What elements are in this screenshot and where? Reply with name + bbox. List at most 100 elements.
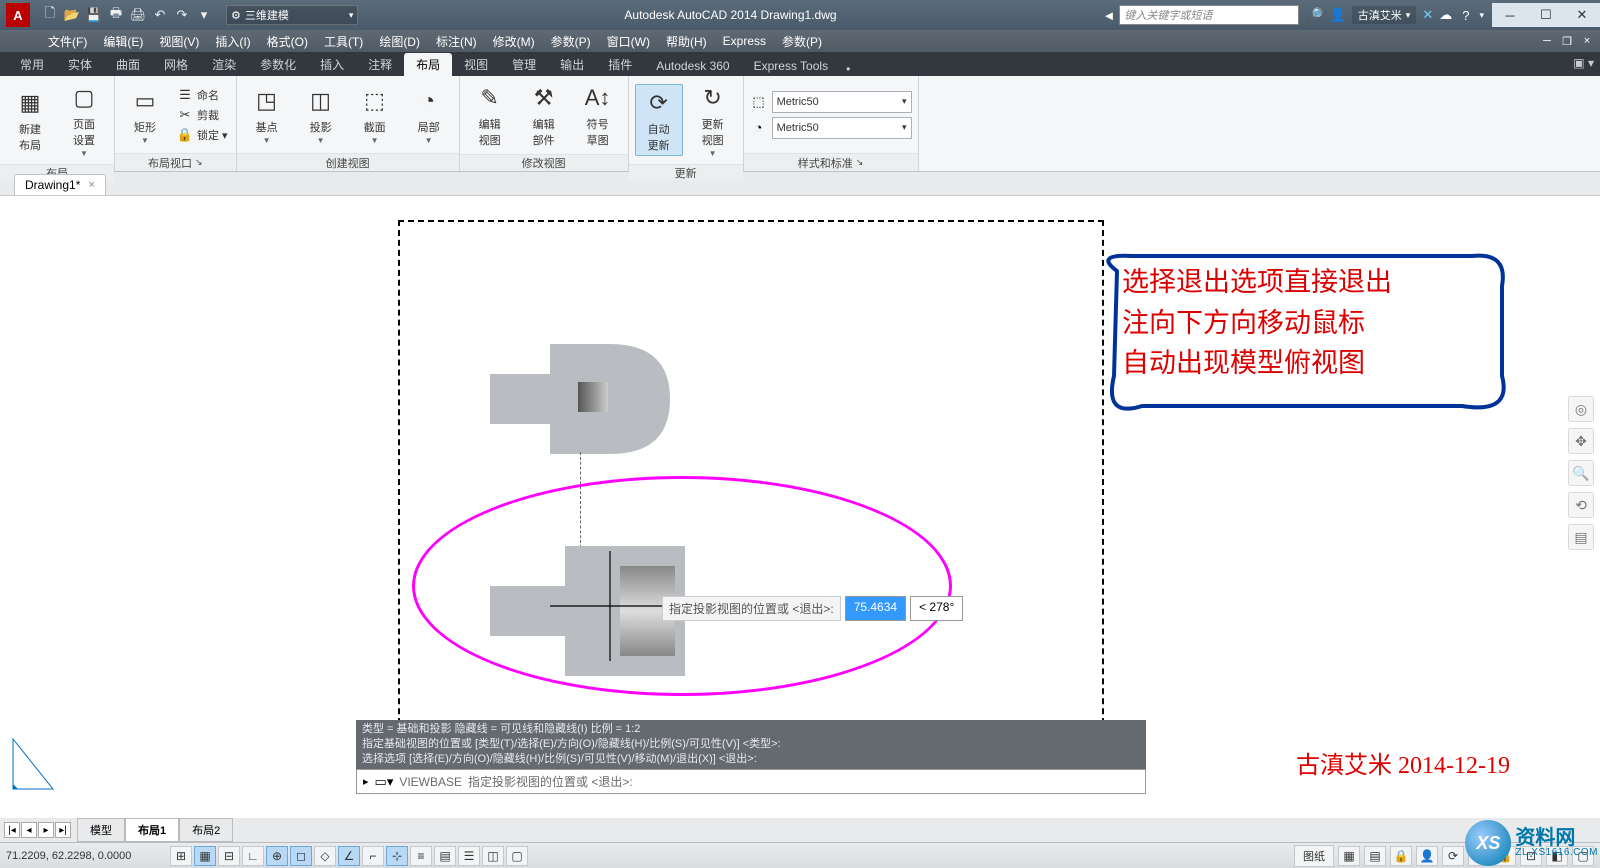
command-input[interactable]: ▸ ▭▾ VIEWBASE 指定投影视图的位置或 <退出>: <box>356 769 1146 794</box>
named-button[interactable]: ☰命名 <box>175 86 230 104</box>
layout-tab-model[interactable]: 模型 <box>77 818 125 842</box>
menu-param2[interactable]: 参数(P) <box>774 33 830 50</box>
tab-view[interactable]: 视图 <box>452 53 500 76</box>
qat-save-icon[interactable]: 💾 <box>84 5 104 25</box>
tab-annotate[interactable]: 注释 <box>356 53 404 76</box>
dynamic-input-distance[interactable]: 75.4634 <box>845 596 906 621</box>
new-layout-button[interactable]: ▦新建 布局 <box>6 85 54 155</box>
sb-3dosnap-icon[interactable]: ◇ <box>314 846 336 866</box>
mdi-restore-icon[interactable]: ❐ <box>1558 33 1576 49</box>
file-tab-drawing1[interactable]: Drawing1* × <box>14 174 106 195</box>
sb-dyn-icon[interactable]: ⊹ <box>386 846 408 866</box>
panel-title[interactable]: 修改视图 <box>460 154 628 171</box>
tab-plugins[interactable]: 插件 <box>596 53 644 76</box>
menu-dimension[interactable]: 标注(N) <box>428 33 485 50</box>
menu-format[interactable]: 格式(O) <box>259 33 316 50</box>
tab-insert[interactable]: 插入 <box>308 53 356 76</box>
detail-style-icon[interactable]: ◔ <box>750 119 768 137</box>
edit-view-button[interactable]: ✎编辑 视图 <box>466 80 514 150</box>
sb-polar-icon[interactable]: ⊕ <box>266 846 288 866</box>
dynamic-input-angle[interactable]: < 278° <box>910 596 963 621</box>
menu-window[interactable]: 窗口(W) <box>599 33 658 50</box>
sb-lwt-icon[interactable]: ≡ <box>410 846 432 866</box>
nav-wheel-icon[interactable]: ◎ <box>1568 396 1594 422</box>
layout-tab-layout1[interactable]: 布局1 <box>125 818 179 842</box>
sb-aas-icon[interactable]: ⟳ <box>1442 846 1464 866</box>
layout-tab-layout2[interactable]: 布局2 <box>179 818 233 842</box>
maximize-button[interactable]: ☐ <box>1528 3 1564 27</box>
section-style-icon[interactable]: ⬚ <box>750 93 768 111</box>
mdi-minimize-icon[interactable]: ─ <box>1538 33 1556 49</box>
tab-home[interactable]: 常用 <box>8 53 56 76</box>
nav-pan-icon[interactable]: ✥ <box>1568 428 1594 454</box>
tab-parametric[interactable]: 参数化 <box>248 53 308 76</box>
projected-button[interactable]: ◫投影▼ <box>297 83 345 147</box>
sb-snap-icon[interactable]: ▦ <box>194 846 216 866</box>
help-icon[interactable]: ? <box>1462 8 1469 23</box>
signin-icon[interactable]: 👤 <box>1330 7 1346 23</box>
layout-nav-first-icon[interactable]: |◂ <box>4 822 20 838</box>
section-button[interactable]: ⬚截面▼ <box>351 83 399 147</box>
panel-title[interactable]: 布局视口↘ <box>115 153 236 171</box>
ribbon-expand-button[interactable]: ▣ ▾ <box>1573 56 1594 70</box>
minimize-button[interactable]: ─ <box>1492 3 1528 27</box>
detail-button[interactable]: ◔局部▼ <box>405 83 453 147</box>
arrow-left-icon[interactable]: ◄ <box>1103 8 1116 23</box>
mdi-close-icon[interactable]: × <box>1578 33 1596 49</box>
layout-nav-last-icon[interactable]: ▸| <box>55 822 71 838</box>
nav-zoom-icon[interactable]: 🔍 <box>1568 460 1594 486</box>
tab-mesh[interactable]: 网格 <box>152 53 200 76</box>
sb-infer-icon[interactable]: ⊞ <box>170 846 192 866</box>
sb-qp-icon[interactable]: ☰ <box>458 846 480 866</box>
edit-component-button[interactable]: ⚒编辑 部件 <box>520 80 568 150</box>
symbol-sketch-button[interactable]: A↕符号 草图 <box>574 80 622 150</box>
ucs-icon[interactable] <box>8 734 68 794</box>
tab-surface[interactable]: 曲面 <box>104 53 152 76</box>
sb-ducs-icon[interactable]: ⌐ <box>362 846 384 866</box>
tab-output[interactable]: 输出 <box>548 53 596 76</box>
rectangular-button[interactable]: ▭矩形▼ <box>121 83 169 147</box>
page-setup-button[interactable]: ▢页面 设置▼ <box>60 80 108 160</box>
tab-bullet[interactable]: • <box>840 62 856 76</box>
tab-render[interactable]: 渲染 <box>200 53 248 76</box>
menu-tools[interactable]: 工具(T) <box>316 33 371 50</box>
sb-annovis-icon[interactable]: 👤 <box>1416 846 1438 866</box>
clip-button[interactable]: ✂剪裁 <box>175 106 230 124</box>
sb-paperspace-button[interactable]: 图纸 <box>1294 845 1334 867</box>
chevron-down-icon[interactable]: ▾ <box>1479 10 1484 21</box>
drawing-area[interactable]: 指定投影视图的位置或 <退出>: 75.4634 < 278° 选择退出选项直接… <box>0 196 1600 818</box>
cmd-browse-icon[interactable]: ▭▾ <box>375 774 394 790</box>
sb-osnap-icon[interactable]: ◻ <box>290 846 312 866</box>
sb-otrack-icon[interactable]: ∠ <box>338 846 360 866</box>
tab-layout[interactable]: 布局 <box>404 53 452 76</box>
exchange-icon[interactable]: ✕ <box>1422 7 1433 23</box>
menu-help[interactable]: 帮助(H) <box>658 33 715 50</box>
user-menu[interactable]: 古滇艾米 ▾ <box>1352 6 1417 24</box>
close-button[interactable]: ✕ <box>1564 3 1600 27</box>
qat-undo-icon[interactable]: ↶ <box>150 5 170 25</box>
section-style-dropdown[interactable]: Metric50▾ <box>772 91 912 113</box>
menu-draw[interactable]: 绘图(D) <box>371 33 428 50</box>
help-search-input[interactable]: 键入关键字或短语 <box>1119 5 1299 25</box>
auto-update-button[interactable]: ⟳自动 更新 <box>635 84 683 156</box>
app-logo[interactable]: A <box>6 3 30 27</box>
panel-title[interactable]: 更新 <box>629 164 743 181</box>
sb-am-icon[interactable]: ▢ <box>506 846 528 866</box>
menu-parametric[interactable]: 参数(P) <box>543 33 599 50</box>
menu-file[interactable]: 文件(F) <box>40 33 95 50</box>
menu-view[interactable]: 视图(V) <box>151 33 207 50</box>
tab-a360[interactable]: Autodesk 360 <box>644 56 741 76</box>
sb-grid-icon[interactable]: ⊟ <box>218 846 240 866</box>
sb-tpy-icon[interactable]: ▤ <box>434 846 456 866</box>
qat-open-icon[interactable]: 📂 <box>62 5 82 25</box>
panel-title[interactable]: 样式和标准↘ <box>744 153 918 171</box>
tab-express[interactable]: Express Tools <box>742 56 840 76</box>
nav-showmotion-icon[interactable]: ▤ <box>1568 524 1594 550</box>
workspace-switcher[interactable]: ⚙ 三维建模 ▾ <box>226 5 358 25</box>
nav-orbit-icon[interactable]: ⟲ <box>1568 492 1594 518</box>
menu-insert[interactable]: 插入(I) <box>207 33 258 50</box>
qat-saveas-icon[interactable]: 🖶 <box>106 5 126 25</box>
update-view-button[interactable]: ↻更新 视图▼ <box>689 80 737 160</box>
sb-qv-layouts-icon[interactable]: ▦ <box>1338 846 1360 866</box>
coords-display[interactable]: 71.2209, 62.2298, 0.0000 <box>6 850 166 862</box>
